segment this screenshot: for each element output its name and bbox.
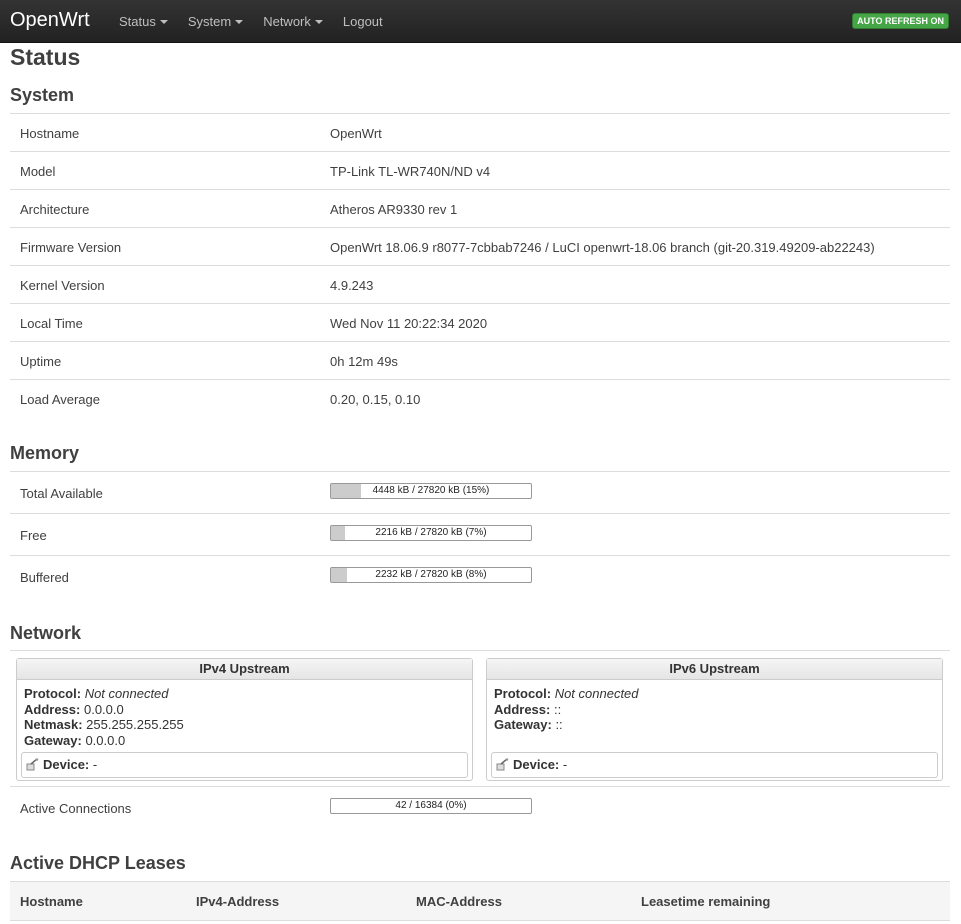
table-row: Firmware Version OpenWrt 18.06.9 r8077-7c…: [10, 227, 950, 265]
row-value: Wed Nov 11 20:22:34 2020: [330, 316, 488, 331]
row-key: Buffered: [20, 570, 69, 585]
row-value: Atheros AR9330 rev 1: [330, 202, 458, 217]
caret-down-icon: [235, 19, 244, 24]
address-label: Address:: [494, 701, 551, 717]
progress-bar: 42 / 16384 (0%): [330, 798, 532, 814]
progress-label: 4448 kB / 27820 kB (15%): [372, 485, 490, 496]
system-heading: System: [10, 85, 75, 105]
ipv4-upstream-title: IPv4 Upstream: [17, 659, 472, 680]
row-key: Kernel Version: [20, 278, 105, 293]
row-key: Free: [20, 528, 47, 543]
column-header: IPv4-Address: [196, 894, 280, 909]
ipv4-upstream-panel: IPv4 Upstream Protocol: Not connected Ad…: [16, 658, 473, 781]
table-row: Hostname OpenWrt: [10, 113, 950, 151]
row-key: Hostname: [20, 126, 80, 141]
protocol-value: Not connected: [554, 686, 639, 701]
column-header: Hostname: [20, 894, 83, 909]
column-header: Leasetime remaining: [641, 894, 771, 909]
row-key: Active Connections: [20, 801, 132, 816]
netmask-label: Netmask:: [24, 717, 83, 732]
row-key: Local Time: [20, 316, 83, 331]
ipv4-device-box: Device: -: [21, 752, 468, 778]
row-value: OpenWrt: [330, 126, 382, 141]
progress-bar: 2216 kB / 27820 kB (7%): [330, 525, 532, 541]
address-value: ::: [553, 701, 562, 717]
menu-system[interactable]: System: [178, 0, 253, 42]
ipv4-details: Protocol: Not connected Address: 0.0.0.0…: [17, 680, 472, 748]
table-row: Buffered 2232 kB / 27820 kB (8%): [10, 555, 950, 597]
device-label: Device:: [513, 757, 560, 772]
row-key: Architecture: [20, 202, 90, 217]
gateway-label: Gateway:: [494, 717, 552, 732]
memory-table: Total Available 4448 kB / 27820 kB (15%)…: [10, 471, 950, 597]
menu-network-label: Network: [263, 13, 311, 29]
table-row: Total Available 4448 kB / 27820 kB (15%): [10, 471, 950, 513]
ethernet-icon: [496, 758, 509, 771]
protocol-label: Protocol:: [24, 686, 82, 701]
row-key: Firmware Version: [20, 240, 122, 255]
ethernet-icon: [26, 758, 39, 771]
menu-status-label: Status: [119, 13, 156, 29]
protocol-label: Protocol:: [494, 686, 552, 701]
dhcp-table-header: Hostname IPv4-Address MAC-Address Leaset…: [10, 881, 950, 921]
network-heading: Network: [10, 623, 82, 643]
row-value: 4.9.243: [330, 278, 374, 293]
gateway-label: Gateway:: [24, 732, 82, 748]
menu-logout[interactable]: Logout: [333, 0, 393, 42]
top-navbar: OpenWrt Status System Network Logout AUT…: [0, 0, 961, 43]
table-row: Architecture Atheros AR9330 rev 1: [10, 189, 950, 227]
ipv6-device-box: Device: -: [491, 752, 938, 778]
menu-logout-label: Logout: [342, 13, 383, 29]
connections-table: Active Connections 42 / 16384 (0%): [10, 786, 950, 828]
progress-bar: 4448 kB / 27820 kB (15%): [330, 483, 532, 499]
menu-network[interactable]: Network: [253, 0, 333, 42]
caret-down-icon: [314, 19, 323, 24]
gateway-value: 0.0.0.0: [85, 732, 126, 748]
device-label: Device:: [43, 757, 90, 772]
row-key: Total Available: [20, 486, 103, 501]
table-row: Load Average 0.20, 0.15, 0.10: [10, 379, 950, 417]
table-row: Local Time Wed Nov 11 20:22:34 2020: [10, 303, 950, 341]
progress-label: 2216 kB / 27820 kB (7%): [375, 527, 487, 538]
address-label: Address:: [24, 701, 81, 717]
row-key: Uptime: [20, 354, 62, 369]
caret-down-icon: [159, 19, 168, 24]
dhcp-heading: Active DHCP Leases: [10, 853, 186, 873]
auto-refresh-badge[interactable]: AUTO REFRESH ON: [852, 13, 949, 29]
ipv6-upstream-panel: IPv6 Upstream Protocol: Not connected Ad…: [486, 658, 943, 781]
menu-status[interactable]: Status: [109, 0, 178, 42]
table-row: Uptime 0h 12m 49s: [10, 341, 950, 379]
device-value: -: [562, 757, 568, 772]
memory-heading: Memory: [10, 443, 80, 463]
progress-bar: 2232 kB / 27820 kB (8%): [330, 567, 532, 583]
row-value: 0h 12m 49s: [330, 354, 398, 369]
column-header: MAC-Address: [416, 894, 502, 909]
progress-label: 2232 kB / 27820 kB (8%): [375, 569, 487, 580]
page-title: Status: [10, 44, 81, 70]
protocol-value: Not connected: [84, 686, 169, 701]
address-value: 0.0.0.0: [83, 701, 124, 717]
table-row: Kernel Version 4.9.243: [10, 265, 950, 303]
device-value: -: [92, 757, 98, 772]
row-key: Load Average: [20, 392, 100, 407]
row-key: Model: [20, 164, 56, 179]
ipv6-details: Protocol: Not connected Address: :: Gate…: [487, 680, 942, 733]
main-menu: Status System Network Logout: [109, 0, 393, 42]
row-value: 0.20, 0.15, 0.10: [330, 392, 421, 407]
gateway-value: ::: [555, 717, 563, 732]
system-table: Hostname OpenWrt Model TP-Link TL-WR740N/N…: [10, 113, 950, 417]
table-row: Model TP-Link TL-WR740N/ND v4: [10, 151, 950, 189]
brand-logo[interactable]: OpenWrt: [10, 9, 90, 32]
netmask-value: 255.255.255.255: [86, 717, 184, 732]
menu-system-label: System: [187, 13, 232, 29]
row-value: TP-Link TL-WR740N/ND v4: [330, 164, 491, 179]
table-row: Free 2216 kB / 27820 kB (7%): [10, 513, 950, 555]
divider: [10, 650, 950, 651]
progress-label: 42 / 16384 (0%): [395, 800, 467, 811]
row-value: OpenWrt 18.06.9 r8077-7cbbab7246 / LuCI …: [330, 240, 875, 255]
ipv6-upstream-title: IPv6 Upstream: [487, 659, 942, 680]
table-row: Active Connections 42 / 16384 (0%): [10, 786, 950, 828]
